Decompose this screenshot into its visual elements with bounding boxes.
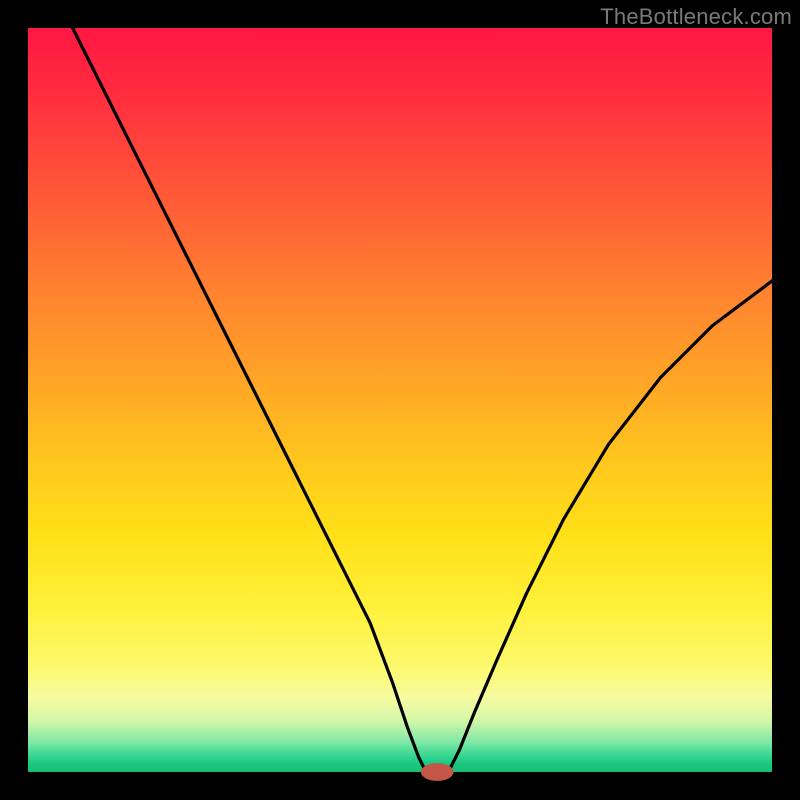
bottleneck-curve (73, 28, 772, 772)
chart-frame: TheBottleneck.com (0, 0, 800, 800)
optimal-point-marker (421, 763, 454, 781)
chart-plot-area (28, 28, 772, 772)
watermark-text: TheBottleneck.com (600, 4, 792, 30)
chart-svg (28, 28, 772, 772)
